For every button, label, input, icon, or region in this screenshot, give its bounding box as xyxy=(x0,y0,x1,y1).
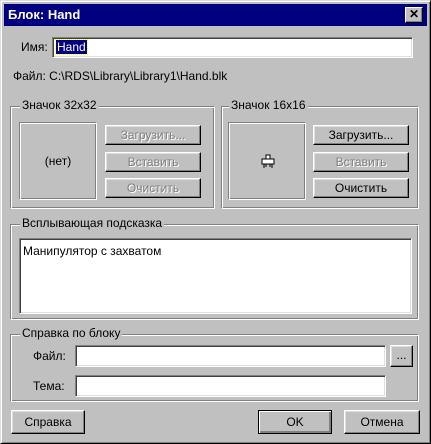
tooltip-text: Манипулятор с захватом xyxy=(23,244,162,258)
icon16-load-button[interactable]: Загрузить... xyxy=(313,125,409,145)
close-icon: ✕ xyxy=(408,7,420,21)
block-properties-dialog: Блок: Hand ✕ Имя: Hand Файл: C:\RDS\Libr… xyxy=(0,0,431,444)
title-bar: Блок: Hand ✕ xyxy=(4,4,427,26)
name-input[interactable]: Hand xyxy=(52,37,413,58)
help-topic-input[interactable] xyxy=(75,375,386,397)
icon32-group-title: Значок 32x32 xyxy=(20,98,99,112)
help-file-label: Файл: xyxy=(33,349,66,363)
name-label: Имя: xyxy=(21,40,48,54)
hand-gripper-icon xyxy=(261,154,275,168)
help-file-input[interactable] xyxy=(75,345,386,367)
icon32-clear-button[interactable]: Очистить xyxy=(105,178,201,198)
file-path-text: Файл: C:\RDS\Library\Library1\Hand.blk xyxy=(13,69,228,83)
tooltip-textarea[interactable]: Манипулятор с захватом xyxy=(19,238,412,314)
cancel-button[interactable]: Отмена xyxy=(344,410,420,434)
close-button[interactable]: ✕ xyxy=(405,7,423,23)
icon16-preview xyxy=(228,122,306,200)
icon16-clear-button[interactable]: Очистить xyxy=(313,178,409,198)
help-group-title: Справка по блоку xyxy=(20,326,123,340)
browse-button[interactable]: ... xyxy=(390,345,413,367)
name-input-value: Hand xyxy=(55,39,88,55)
icon16-group-title: Значок 16x16 xyxy=(229,98,308,112)
ok-button[interactable]: OK xyxy=(258,410,332,434)
help-topic-label: Тема: xyxy=(33,379,65,393)
icon32-empty-text: (нет) xyxy=(44,154,72,168)
tooltip-group-title: Всплывающая подсказка xyxy=(20,216,165,230)
icon32-paste-button[interactable]: Вставить xyxy=(105,152,201,172)
icon16-paste-button[interactable]: Вставить xyxy=(313,152,409,172)
help-button[interactable]: Справка xyxy=(11,410,85,434)
window-title: Блок: Hand xyxy=(8,7,81,22)
icon32-load-button[interactable]: Загрузить... xyxy=(105,125,201,145)
icon32-preview: (нет) xyxy=(19,122,97,200)
